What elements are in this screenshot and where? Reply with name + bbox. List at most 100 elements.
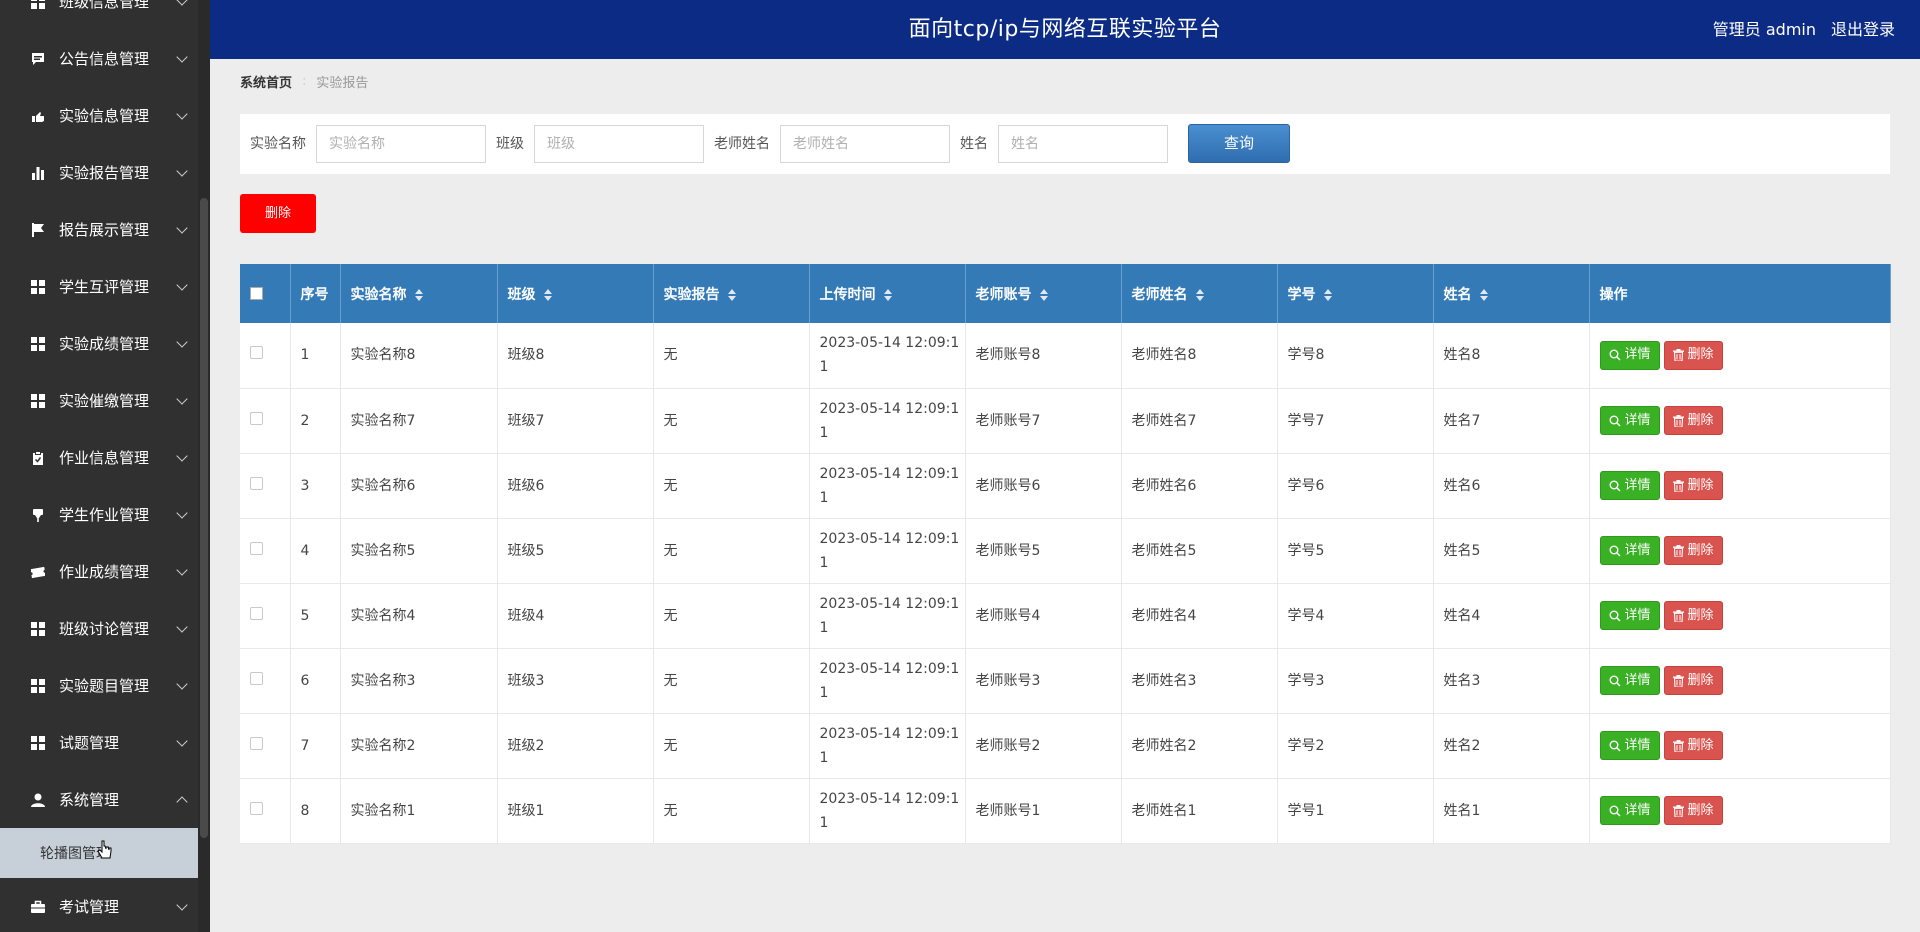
sort-icon[interactable] (1039, 288, 1048, 301)
detail-button[interactable]: 详情 (1599, 796, 1660, 825)
detail-button[interactable]: 详情 (1599, 731, 1660, 760)
select-all-checkbox[interactable] (250, 287, 263, 300)
row-checkbox[interactable] (250, 541, 263, 555)
experiment-name-input[interactable] (316, 125, 486, 163)
sidebar-item-1[interactable]: 公告信息管理 (0, 30, 210, 87)
sidebar-item-12[interactable]: 实验题目管理 (0, 657, 210, 714)
bulk-delete-button[interactable]: 删除 (240, 194, 316, 233)
grid-icon (31, 393, 45, 408)
row-delete-button[interactable]: 删除 (1663, 471, 1723, 500)
upload-time-line1: 2023-05-14 12:09:1 (819, 335, 960, 352)
experiment-name-label: 实验名称 (250, 136, 306, 152)
sidebar-item-2[interactable]: 实验信息管理 (0, 87, 210, 144)
sort-icon[interactable] (1323, 288, 1332, 301)
cell-class: 班级2 (497, 713, 654, 779)
row-select-cell (240, 778, 291, 844)
sidebar-item-label: 实验信息管理 (59, 107, 150, 125)
upload-time-line1: 2023-05-14 12:09:1 (819, 660, 960, 677)
row-delete-button[interactable]: 删除 (1663, 406, 1723, 435)
sidebar-item-5[interactable]: 学生互评管理 (0, 258, 210, 315)
row-delete-button[interactable]: 删除 (1663, 601, 1723, 630)
grid-icon (31, 279, 45, 294)
upload-time-line2: 1 (819, 619, 829, 636)
header-experiment-name[interactable]: 实验名称 (340, 264, 498, 323)
row-select-cell (240, 648, 291, 714)
row-delete-button-label: 删除 (1687, 477, 1714, 493)
cell-report: 无 (653, 518, 810, 584)
sort-icon[interactable] (727, 288, 736, 301)
header-teacher-name-label: 老师姓名 (1131, 286, 1188, 303)
header-teacher-name[interactable]: 老师姓名 (1121, 264, 1278, 323)
detail-button[interactable]: 详情 (1599, 340, 1660, 370)
row-checkbox[interactable] (250, 606, 263, 620)
cell-student-name: 姓名1 (1433, 778, 1590, 844)
sidebar-scrollbar-thumb[interactable] (200, 198, 208, 838)
cell-teacher-name: 老师姓名2 (1121, 713, 1278, 779)
header-student-name[interactable]: 姓名 (1433, 264, 1590, 323)
row-delete-button[interactable]: 删除 (1663, 536, 1723, 565)
row-delete-button[interactable]: 删除 (1663, 666, 1723, 695)
class-input[interactable] (534, 125, 704, 163)
header-index: 序号 (290, 264, 341, 323)
sort-icon[interactable] (414, 288, 423, 301)
search-icon (1609, 610, 1621, 622)
row-select-cell (240, 388, 291, 454)
breadcrumb-home[interactable]: 系统首页 (240, 72, 292, 91)
sort-icon[interactable] (543, 288, 552, 301)
header-actions: 操作 (1589, 264, 1891, 323)
row-delete-button[interactable]: 删除 (1663, 796, 1723, 825)
row-delete-button[interactable]: 删除 (1663, 731, 1723, 760)
student-name-input[interactable] (998, 125, 1168, 163)
sort-icon[interactable] (1479, 288, 1488, 301)
detail-button[interactable]: 详情 (1599, 406, 1660, 435)
detail-button[interactable]: 详情 (1599, 601, 1660, 630)
row-checkbox[interactable] (250, 671, 263, 685)
chevron-down-icon (176, 335, 188, 348)
table-row: 5 实验名称4 班级4 无 2023-05-14 12:09:1 1 老师账号4 老师姓名4 学… (240, 583, 1891, 649)
cell-teacher-account: 老师账号6 (965, 453, 1122, 519)
sidebar-item-11[interactable]: 班级讨论管理 (0, 600, 210, 657)
header-student-no[interactable]: 学号 (1277, 264, 1434, 323)
row-checkbox[interactable] (250, 346, 263, 360)
cell-experiment-name: 实验名称4 (340, 583, 498, 649)
row-checkbox[interactable] (250, 736, 263, 750)
row-checkbox[interactable] (250, 411, 263, 425)
cell-actions: 详情 删除 (1589, 388, 1891, 454)
sidebar-item-6[interactable]: 实验成绩管理 (0, 315, 210, 372)
sort-icon[interactable] (1195, 288, 1204, 301)
cell-student-no: 学号6 (1277, 453, 1434, 519)
header-upload-time[interactable]: 上传时间 (809, 264, 966, 323)
cell-student-no: 学号1 (1277, 778, 1434, 844)
header-teacher-account[interactable]: 老师账号 (965, 264, 1122, 323)
cell-teacher-account: 老师账号8 (965, 323, 1122, 389)
row-delete-button[interactable]: 删除 (1663, 340, 1723, 370)
sidebar-item-0[interactable]: 班级信息管理 (0, 0, 210, 30)
cell-report: 无 (653, 648, 810, 714)
sidebar-item-exam[interactable]: 考试管理 (0, 878, 210, 932)
header-report[interactable]: 实验报告 (653, 264, 810, 323)
header-class[interactable]: 班级 (497, 264, 654, 323)
table-row: 3 实验名称6 班级6 无 2023-05-14 12:09:1 1 老师账号6 老师姓名6 学… (240, 453, 1891, 519)
detail-button[interactable]: 详情 (1599, 666, 1660, 695)
logout-link[interactable]: 退出登录 (1831, 0, 1895, 59)
sidebar-item-14[interactable]: 系统管理 (0, 771, 210, 828)
sort-icon[interactable] (883, 288, 892, 301)
query-button[interactable]: 查询 (1188, 124, 1290, 163)
row-select-cell (240, 453, 291, 519)
detail-button[interactable]: 详情 (1599, 536, 1660, 565)
sidebar-item-9[interactable]: 学生作业管理 (0, 486, 210, 543)
sidebar-item-8[interactable]: 作业信息管理 (0, 429, 210, 486)
sidebar-item-10[interactable]: 作业成绩管理 (0, 543, 210, 600)
trash-icon (1672, 804, 1684, 817)
row-checkbox[interactable] (250, 801, 263, 815)
detail-button[interactable]: 详情 (1599, 471, 1660, 500)
cell-upload-time: 2023-05-14 12:09:1 1 (809, 713, 966, 779)
sidebar-item-13[interactable]: 试题管理 (0, 714, 210, 771)
row-delete-button-label: 删除 (1687, 607, 1714, 623)
sidebar-item-4[interactable]: 报告展示管理 (0, 201, 210, 258)
sidebar-item-7[interactable]: 实验催缴管理 (0, 372, 210, 429)
teacher-name-input[interactable] (780, 125, 950, 163)
sidebar-item-3[interactable]: 实验报告管理 (0, 144, 210, 201)
row-checkbox[interactable] (250, 476, 263, 490)
trash-icon (1672, 349, 1684, 362)
